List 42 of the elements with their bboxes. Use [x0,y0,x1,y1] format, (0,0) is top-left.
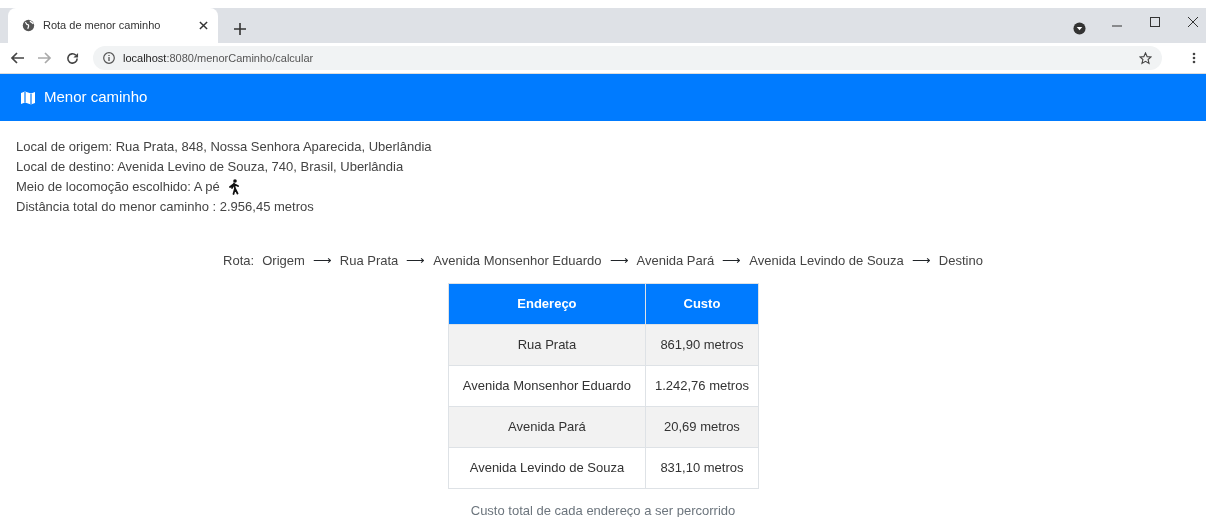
new-tab-icon[interactable] [234,23,246,35]
info-line: Meio de locomoção escolhido: A pé [16,178,220,196]
column-header: Endereço [448,283,646,324]
route-stop: Origem [262,252,305,270]
arrow-icon: ⟶ [406,251,426,271]
table-cell: 831,10 metros [645,447,758,488]
table-cell: 20,69 metros [645,406,758,447]
table-caption: Custo total de cada endereço a ser percorrido [469,501,737,517]
route-label: Rota: [223,252,255,270]
arrow-icon: ⟶ [911,251,931,271]
arrow-icon: ⟶ [312,251,332,271]
globe-icon [22,19,35,32]
menu-icon[interactable] [1192,52,1196,64]
maximize-icon[interactable] [1150,17,1160,27]
table-cell: Avenida Monsenhor Eduardo [448,365,646,406]
walking-person-icon [227,179,240,195]
info-icon [103,52,115,64]
route-stop: Avenida Levindo de Souza [749,252,904,270]
route-stop: Rua Prata [339,252,399,270]
route-stop: Destino [938,252,983,270]
table-cell: Avenida Levindo de Souza [448,447,646,488]
table-cell: Rua Prata [448,324,646,365]
table-cell: Avenida Pará [448,406,646,447]
map-icon [20,90,36,105]
close-icon[interactable] [199,21,208,30]
star-icon[interactable] [1139,51,1152,65]
address-bar[interactable]: localhost:8080/menorCaminho/calcular [93,46,1162,70]
route-stop: Avenida Monsenhor Eduardo [433,252,602,270]
close-window-icon[interactable] [1188,17,1198,27]
info-line: Distância total do menor caminho : 2.956,45 metros [16,198,315,216]
profile-icon[interactable] [1073,22,1086,35]
arrow-icon: ⟶ [722,251,742,271]
route-stop: Avenida Pará [636,252,715,270]
back-icon[interactable] [10,52,24,64]
brand-title[interactable]: Menor caminho [44,86,148,109]
reload-icon[interactable] [66,51,79,65]
info-line: Local de origem: Rua Prata, 848, Nossa Senhora Aparecida, Uberlândia [16,138,433,156]
table-cell: 1.242,76 metros [645,365,758,406]
info-line: Local de destino: Avenida Levino de Souza, 740, Brasil, Uberlândia [16,158,405,176]
column-header: Custo [645,283,758,324]
table-cell: 861,90 metros [645,324,758,365]
arrow-icon: ⟶ [609,251,629,271]
